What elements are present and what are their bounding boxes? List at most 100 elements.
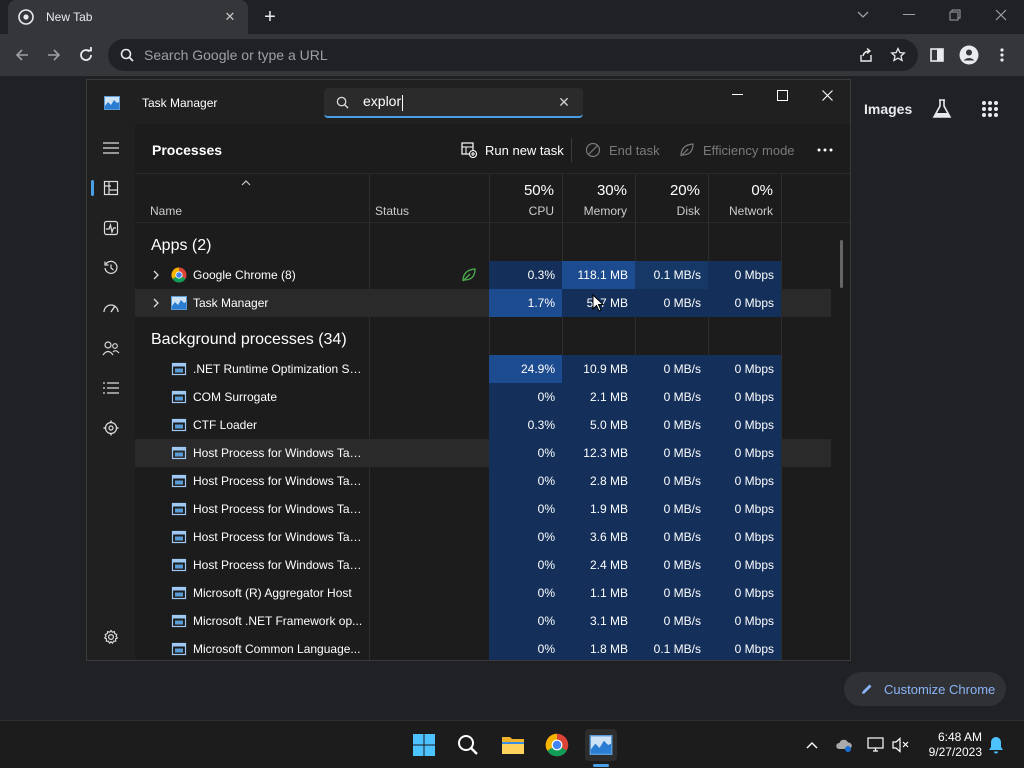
network-icon[interactable] (866, 735, 886, 755)
service-window-icon (171, 446, 187, 460)
services-nav-icon[interactable] (99, 416, 123, 440)
tm-close-icon[interactable] (804, 80, 850, 110)
tab-search-icon[interactable] (840, 0, 886, 30)
cpu-cell: 0% (489, 607, 562, 635)
memory-cell: 1.8 MB (562, 635, 635, 660)
tab-new-tab[interactable]: New Tab ✕ (8, 0, 248, 34)
column-header-network[interactable]: 0% Network (708, 174, 781, 223)
process-row[interactable]: CTF Loader 0.3% 5.0 MB 0 MB/s 0 Mbps (135, 411, 831, 439)
efficiency-mode-button[interactable]: Efficiency mode (679, 138, 795, 162)
performance-nav-icon[interactable] (99, 216, 123, 240)
process-name: Host Process for Windows Tasks (193, 446, 365, 460)
process-row[interactable]: .NET Runtime Optimization Se... 24.9% 10.9… (135, 355, 831, 383)
hamburger-menu-icon[interactable] (99, 136, 123, 160)
close-window-icon[interactable] (978, 0, 1024, 30)
processes-nav-icon[interactable] (99, 176, 123, 200)
profile-avatar-icon[interactable] (957, 43, 981, 67)
process-name: .NET Runtime Optimization Se... (193, 362, 365, 376)
tab-title: New Tab (46, 10, 93, 24)
labs-flask-icon[interactable] (930, 97, 954, 121)
disk-cell: 0 MB/s (635, 495, 708, 523)
minimize-icon[interactable] (886, 0, 932, 30)
taskbar-chrome-icon[interactable] (541, 729, 573, 761)
column-header-memory[interactable]: 30% Memory (562, 174, 635, 223)
start-windows-icon[interactable] (408, 729, 440, 761)
file-explorer-icon[interactable] (497, 729, 529, 761)
task-manager-titlebar: Task Manager explor ✕ (87, 80, 850, 124)
reload-icon[interactable] (74, 43, 98, 67)
service-window-icon (171, 502, 187, 516)
process-search-input[interactable]: explor ✕ (324, 88, 583, 118)
column-header-status[interactable]: Status (369, 174, 489, 223)
network-cell: 0 Mbps (708, 523, 781, 551)
apps-group-header: Apps (2) (151, 237, 212, 254)
taskbar-task-manager-icon[interactable] (585, 729, 617, 761)
chrome-toolbar: Search Google or type a URL (0, 34, 1024, 76)
expand-chevron-icon[interactable] (152, 269, 160, 281)
process-row[interactable]: Host Process for Windows Tasks 0% 12.3 MB 0… (135, 439, 831, 467)
process-row[interactable]: COM Surrogate 0% 2.1 MB 0 MB/s 0 Mbps (135, 383, 831, 411)
process-name: Microsoft (R) Aggregator Host (193, 586, 352, 600)
run-new-task-icon (461, 142, 477, 158)
share-icon[interactable] (854, 43, 878, 67)
disk-cell: 0 MB/s (635, 439, 708, 467)
clock-date: 9/27/2023 (928, 745, 982, 759)
column-network-label: Network (728, 204, 773, 218)
tm-maximize-icon[interactable] (759, 80, 805, 110)
process-row[interactable]: Host Process for Windows Tasks 0% 3.6 MB 0 … (135, 523, 831, 551)
omnibox[interactable]: Search Google or type a URL (108, 39, 918, 71)
run-new-task-button[interactable]: Run new task (461, 138, 564, 162)
cpu-cell: 0% (489, 495, 562, 523)
startup-apps-nav-icon[interactable] (99, 296, 123, 320)
process-row[interactable]: Microsoft (R) Aggregator Host 0% 1.1 MB 0 M… (135, 579, 831, 607)
tm-minimize-icon[interactable] (714, 80, 760, 110)
side-panel-icon[interactable] (925, 43, 949, 67)
process-row[interactable]: Host Process for Windows Tasks 0% 2.8 MB 0 … (135, 467, 831, 495)
service-window-icon (171, 530, 187, 544)
more-options-icon[interactable] (813, 138, 837, 162)
process-row-google-chrome[interactable]: Google Chrome (8) 0.3% 118.1 MB 0.1 MB/s… (135, 261, 831, 289)
restore-icon[interactable] (932, 0, 978, 30)
process-row[interactable]: Microsoft .NET Framework op... 0% 3.1 MB 0 … (135, 607, 831, 635)
onedrive-cloud-icon[interactable] (834, 735, 854, 755)
sort-ascending-icon (241, 180, 251, 186)
process-name: Host Process for Windows Tasks (193, 502, 365, 516)
column-status-label: Status (375, 204, 410, 218)
tab-close-icon[interactable]: ✕ (222, 9, 238, 25)
expand-chevron-icon[interactable] (152, 297, 160, 309)
clear-search-icon[interactable]: ✕ (553, 94, 575, 111)
app-history-nav-icon[interactable] (99, 256, 123, 280)
notification-bell-icon[interactable] (986, 735, 1006, 755)
system-clock[interactable]: 6:48 AM 9/27/2023 (912, 730, 982, 760)
details-nav-icon[interactable] (99, 376, 123, 400)
service-window-icon (171, 614, 187, 628)
google-apps-icon[interactable] (978, 97, 1002, 121)
taskbar-search-icon[interactable] (452, 729, 484, 761)
new-tab-button[interactable]: + (258, 6, 282, 28)
page-title: Processes (152, 142, 223, 158)
process-row[interactable]: Host Process for Windows Tasks 0% 2.4 MB 0 … (135, 551, 831, 579)
process-row[interactable]: Microsoft Common Language... 0% 1.8 MB 0.1 … (135, 635, 831, 660)
end-task-button[interactable]: End task (585, 138, 660, 162)
process-row-task-manager[interactable]: Task Manager 1.7% 5 .7 MB 0 MB/s 0 Mbps (135, 289, 831, 317)
bookmark-star-icon[interactable] (886, 43, 910, 67)
disk-total-percent: 20% (669, 182, 700, 199)
settings-gear-icon[interactable] (99, 625, 123, 649)
customize-chrome-button[interactable]: Customize Chrome (844, 672, 1006, 706)
scrollbar-thumb[interactable] (840, 240, 843, 288)
memory-cell: 10.9 MB (562, 355, 635, 383)
column-name-label: Name (150, 204, 183, 218)
chrome-menu-icon[interactable] (990, 43, 1014, 67)
column-header-disk[interactable]: 20% Disk (635, 174, 708, 223)
column-disk-label: Disk (676, 204, 700, 218)
process-row[interactable]: Host Process for Windows Tasks 0% 1.9 MB 0 … (135, 495, 831, 523)
show-hidden-icons-chevron-icon[interactable] (802, 735, 822, 755)
column-header-name[interactable]: Name (135, 174, 369, 223)
forward-arrow-icon[interactable] (42, 43, 66, 67)
volume-muted-icon[interactable] (891, 735, 911, 755)
column-header-cpu[interactable]: 50% CPU (489, 174, 562, 223)
images-link[interactable]: Images (864, 101, 912, 117)
back-arrow-icon[interactable] (10, 43, 34, 67)
users-nav-icon[interactable] (99, 336, 123, 360)
cpu-cell: 0% (489, 551, 562, 579)
